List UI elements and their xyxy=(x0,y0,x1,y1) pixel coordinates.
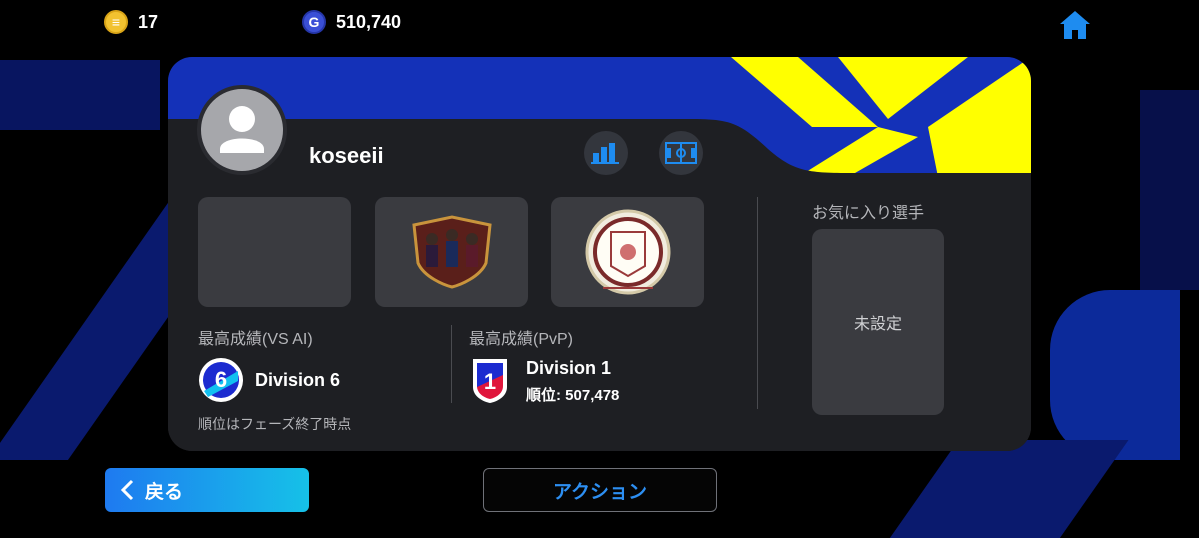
vs-ai-record-label: 最高成績(VS AI) xyxy=(198,331,313,348)
background-stripe xyxy=(1140,90,1199,290)
gp-icon: G xyxy=(302,10,326,34)
action-button-label: アクション xyxy=(552,481,648,503)
avatar[interactable] xyxy=(197,85,287,175)
chevron-left-icon xyxy=(120,479,134,501)
pvp-badge-number: 1 xyxy=(484,369,496,394)
formation-icon xyxy=(665,142,697,164)
back-button-label: 戻る xyxy=(145,481,184,503)
home-button[interactable] xyxy=(1057,8,1093,42)
favorite-player-slot[interactable]: 未設定 xyxy=(812,229,944,415)
background-stripe xyxy=(1050,290,1180,460)
record-divider xyxy=(451,325,452,403)
team-emblem-icon xyxy=(411,215,492,289)
favorite-player-value: 未設定 xyxy=(853,316,902,333)
formation-button[interactable] xyxy=(659,131,703,175)
pvp-division: Division 1 xyxy=(526,358,612,378)
coin-counter: ≡ 17 xyxy=(104,10,158,34)
pvp-record-label: 最高成績(PvP) xyxy=(469,331,574,348)
stats-button[interactable] xyxy=(584,131,628,175)
vs-ai-badge-number: 6 xyxy=(215,367,227,392)
username: koseeii xyxy=(309,143,384,168)
ranking-note: 順位はフェーズ終了時点 xyxy=(198,416,352,432)
background-stripe xyxy=(0,60,160,130)
back-button[interactable]: 戻る xyxy=(105,468,309,512)
gp-count: 510,740 xyxy=(336,11,402,32)
favorite-player-title: お気に入り選手 xyxy=(812,205,925,222)
action-button[interactable]: アクション xyxy=(483,468,717,512)
coin-count: 17 xyxy=(138,11,159,32)
home-icon xyxy=(1060,11,1090,39)
efootball-coin-icon: ≡ xyxy=(104,10,128,34)
club-badge-slot[interactable] xyxy=(551,197,704,307)
division-badge-icon: 6 xyxy=(199,358,243,402)
pvp-division-badge-icon: 1 xyxy=(473,359,507,403)
background-stripe xyxy=(881,440,1129,538)
user-icon xyxy=(220,106,264,153)
club-badge-icon xyxy=(585,209,670,295)
profile-card: koseeii 最高成績(VS AI) 6 Division 6 順位はフェーズ… xyxy=(168,57,1031,451)
pvp-rank: 順位: 507,478 xyxy=(526,387,620,404)
favorite-divider xyxy=(757,197,758,409)
empty-slot[interactable] xyxy=(198,197,351,307)
team-emblem-slot[interactable] xyxy=(375,197,528,307)
vs-ai-division: Division 6 xyxy=(255,370,341,390)
bar-chart-icon xyxy=(591,143,619,164)
gp-counter: G 510,740 xyxy=(302,10,401,34)
